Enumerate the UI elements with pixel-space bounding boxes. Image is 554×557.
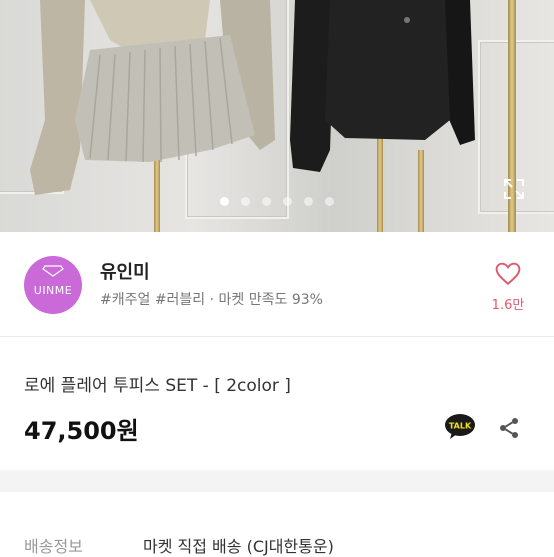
diamond-icon — [42, 265, 64, 277]
product-price: 47,500원 — [24, 417, 139, 445]
kakao-talk-icon[interactable]: TALK — [444, 413, 476, 441]
outfit-beige-image — [30, 0, 275, 195]
talk-label: TALK — [449, 422, 472, 431]
divider — [0, 336, 554, 337]
like-button[interactable]: 1.6만 — [488, 262, 528, 313]
shop-avatar[interactable]: UINME — [24, 256, 82, 314]
avatar-text: UINME — [33, 283, 73, 297]
carousel-dot[interactable] — [220, 197, 229, 206]
product-title: 로에 플레어 투피스 SET - [ 2color ] — [24, 376, 291, 396]
heart-icon — [495, 262, 521, 286]
share-icon[interactable] — [497, 416, 521, 440]
shipping-label: 배송정보 — [24, 537, 83, 556]
carousel-dot[interactable] — [262, 197, 271, 206]
shop-name[interactable]: 유인미 — [100, 258, 150, 284]
carousel-pagination — [0, 191, 554, 210]
carousel-dot[interactable] — [325, 197, 334, 206]
like-count: 1.6만 — [491, 298, 525, 313]
outfit-black-image — [290, 0, 475, 172]
carousel-dot[interactable] — [304, 197, 313, 206]
carousel-dot[interactable] — [241, 197, 250, 206]
section-gap — [0, 470, 554, 492]
carousel-dot[interactable] — [283, 197, 292, 206]
shop-info-section[interactable] — [0, 232, 554, 336]
product-image-carousel[interactable] — [0, 0, 554, 232]
shop-tags: #캐주얼 #러블리 · 마켓 만족도 93% — [100, 292, 323, 308]
shipping-value: 마켓 직접 배송 (CJ대한통운) — [143, 537, 334, 556]
